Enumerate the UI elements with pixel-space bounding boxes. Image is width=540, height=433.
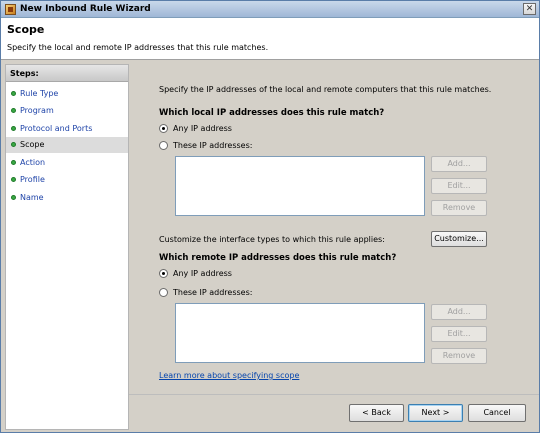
step-protocol-and-ports[interactable]: Protocol and Ports [6, 121, 128, 137]
interface-text: Customize the interface types to which t… [159, 235, 385, 244]
wizard-window: New Inbound Rule Wizard ✕ Scope Specify … [0, 0, 540, 433]
local-these-radio[interactable] [159, 141, 168, 150]
step-label: Name [20, 193, 44, 202]
remote-add-button[interactable]: Add... [431, 304, 487, 320]
remote-any-label[interactable]: Any IP address [173, 269, 232, 278]
steps-title: Steps: [6, 65, 128, 82]
window-title: New Inbound Rule Wizard [20, 4, 151, 14]
local-edit-button[interactable]: Edit... [431, 178, 487, 194]
step-profile[interactable]: Profile [6, 172, 128, 188]
close-button[interactable]: ✕ [523, 3, 536, 15]
remote-remove-button[interactable]: Remove [431, 348, 487, 364]
remote-these-label[interactable]: These IP addresses: [173, 288, 252, 297]
step-name[interactable]: Name [6, 190, 128, 206]
step-scope[interactable]: Scope [6, 137, 128, 153]
learn-more-link[interactable]: Learn more about specifying scope [159, 371, 299, 380]
step-bullet-icon [11, 108, 16, 113]
page-header: Scope Specify the local and remote IP ad… [1, 18, 539, 60]
step-label: Scope [20, 140, 45, 149]
local-remove-button[interactable]: Remove [431, 200, 487, 216]
step-label: Action [20, 158, 46, 167]
firewall-icon [5, 4, 16, 15]
scope-content: Specify the IP addresses of the local an… [129, 60, 539, 405]
title-bar[interactable]: New Inbound Rule Wizard ✕ [1, 1, 539, 18]
local-heading: Which local IP addresses does this rule … [159, 108, 385, 118]
step-action[interactable]: Action [6, 155, 128, 171]
step-bullet-icon [11, 177, 16, 182]
cancel-button[interactable]: Cancel [468, 404, 526, 422]
local-any-radio[interactable] [159, 124, 168, 133]
local-ip-list[interactable] [175, 156, 425, 216]
page-title: Scope [7, 23, 45, 36]
steps-pane: Steps: Rule Type Program Protocol and Po… [5, 64, 129, 430]
step-rule-type[interactable]: Rule Type [6, 86, 128, 102]
step-bullet-icon [11, 126, 16, 131]
remote-any-radio[interactable] [159, 269, 168, 278]
local-these-label[interactable]: These IP addresses: [173, 141, 252, 150]
step-bullet-icon [11, 195, 16, 200]
intro-text: Specify the IP addresses of the local an… [159, 85, 492, 94]
step-label: Profile [20, 175, 45, 184]
step-bullet-icon [11, 142, 16, 147]
next-button[interactable]: Next > [408, 404, 463, 422]
step-bullet-icon [11, 160, 16, 165]
back-button[interactable]: < Back [349, 404, 404, 422]
remote-edit-button[interactable]: Edit... [431, 326, 487, 342]
customize-button[interactable]: Customize... [431, 231, 487, 247]
page-description: Specify the local and remote IP addresse… [7, 43, 269, 52]
step-label: Rule Type [20, 89, 59, 98]
step-program[interactable]: Program [6, 103, 128, 119]
step-label: Protocol and Ports [20, 124, 93, 133]
footer-divider [129, 394, 539, 395]
local-add-button[interactable]: Add... [431, 156, 487, 172]
remote-these-radio[interactable] [159, 288, 168, 297]
step-bullet-icon [11, 91, 16, 96]
remote-ip-list[interactable] [175, 303, 425, 363]
remote-heading: Which remote IP addresses does this rule… [159, 253, 397, 263]
local-any-label[interactable]: Any IP address [173, 124, 232, 133]
step-label: Program [20, 106, 54, 115]
